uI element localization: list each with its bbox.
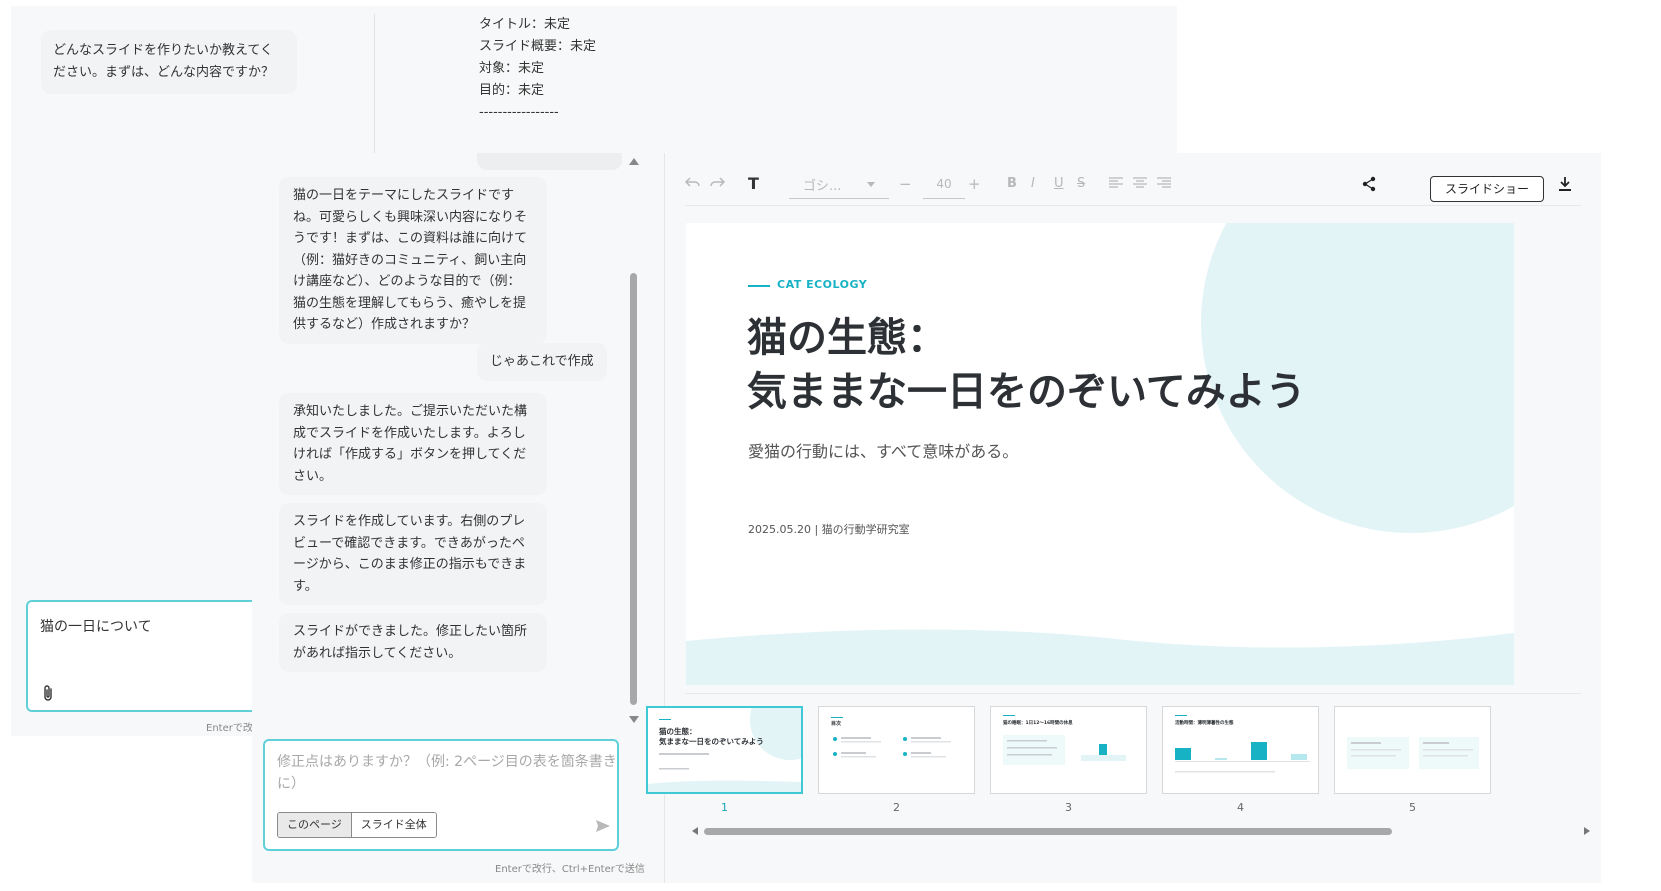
thumbnail-preview: 活動時間：薄明薄暮性の生態 <box>1175 715 1310 773</box>
slide-title-line: 気ままな一日をのぞいてみよう <box>747 369 1306 415</box>
background-chat-input-value: 猫の一日について <box>40 619 152 635</box>
eyebrow-accent-line <box>748 285 770 287</box>
assistant-message-text: どんなスライドを作りたいか教えてください。まずは、どんな内容ですか？ <box>53 43 275 80</box>
chevron-down-icon <box>867 182 875 187</box>
thumbnail-strip-divider <box>685 693 1581 694</box>
italic-button[interactable]: I <box>1031 174 1035 194</box>
assistant-message: 猫の一日をテーマにしたスライドですね。可愛らしくも興味深い内容になりそうです！ま… <box>279 177 547 344</box>
assistant-message-text: 猫の一日をテーマにしたスライドですね。可愛らしくも興味深い内容になりそうです！ま… <box>293 188 528 332</box>
slide-thumbnail-1[interactable]: 猫の生態： 気ままな一日をのぞいてみよう <box>646 706 803 794</box>
strikethrough-button[interactable]: S <box>1077 174 1085 194</box>
assistant-message-text: スライドを作成しています。右側のプレビューで確認できます。できあがったページから… <box>293 514 527 594</box>
user-message: じゃあこれで作成 <box>477 343 607 381</box>
thumbnail-title-line: 猫の生態： <box>658 726 697 736</box>
assistant-message: スライドを作成しています。右側のプレビューで確認できます。できあがったページから… <box>279 503 547 605</box>
font-size-increase-button[interactable]: + <box>968 174 981 194</box>
font-family-value: ゴシ... <box>803 179 842 194</box>
revision-input[interactable]: 修正点はありますか？（例: 2ページ目の表を箇条書きに） このページ スライド全… <box>263 739 619 851</box>
thumbnail-title: 活動時間：薄明薄暮性の生態 <box>1175 719 1234 726</box>
slide-thumbnail-5[interactable] <box>1334 706 1491 794</box>
paperclip-icon[interactable] <box>42 684 54 702</box>
scroll-left-arrow-icon[interactable] <box>692 827 698 835</box>
slide-title[interactable]: 猫の生態： 気ままな一日をのぞいてみよう <box>747 311 1306 419</box>
assistant-message: 承知いたしました。ご提示いただいた構成でスライドを作成いたします。よろしければ「… <box>279 393 547 495</box>
thumbnail-scrollbar-thumb[interactable] <box>704 828 1392 835</box>
redo-icon[interactable] <box>709 175 725 189</box>
slide-number: 4 <box>1237 801 1244 814</box>
chat-panel: 猫の一日をテーマにしたスライドですね。可愛らしくも興味深い内容になりそうです！ま… <box>252 153 645 883</box>
message-partial <box>477 153 622 170</box>
align-right-icon[interactable] <box>1157 177 1171 189</box>
align-center-icon[interactable] <box>1133 177 1147 189</box>
slide-thumbnail-3[interactable]: 猫の睡眠：1日12〜16時間の休息 <box>990 706 1147 794</box>
slide-canvas[interactable]: CAT ECOLOGY 猫の生態： 気ままな一日をのぞいてみよう 愛猫の行動には… <box>686 223 1514 685</box>
info-summary-line: スライド概要：未定 <box>479 39 597 54</box>
slideshow-button[interactable]: スライドショー <box>1430 176 1544 202</box>
background-chat-input[interactable]: 猫の一日について <box>26 600 286 712</box>
slide-title-line: 猫の生態： <box>747 315 947 361</box>
assistant-message-text: スライドができました。修正したい箇所があれば指示してください。 <box>293 624 528 661</box>
slide-editor-window: 猫の一日をテーマにしたスライドですね。可愛らしくも興味深い内容になりそうです！ま… <box>252 153 1601 883</box>
font-size-value: 40 <box>936 177 952 191</box>
thumbnail-preview: 目次 <box>831 717 951 758</box>
user-message-text: じゃあこれで作成 <box>490 354 594 369</box>
thumbnail-preview: 猫の生態： 気ままな一日をのぞいてみよう <box>648 708 801 792</box>
font-size-input[interactable]: 40 <box>923 169 965 199</box>
chat-scrollbar-thumb[interactable] <box>630 273 637 705</box>
toolbar-divider <box>685 205 1581 206</box>
slide-number: 3 <box>1065 801 1072 814</box>
scope-all-slides-button[interactable]: スライド全体 <box>351 813 436 837</box>
font-size-decrease-button[interactable]: − <box>899 174 912 194</box>
slide-subtitle[interactable]: 愛猫の行動には、すべて意味がある。 <box>748 438 1018 462</box>
slide-eyebrow: CAT ECOLOGY <box>777 278 868 291</box>
send-icon[interactable] <box>595 819 611 833</box>
info-title-line: タイトル：未定 <box>479 17 571 32</box>
thumbnail-title: 猫の睡眠：1日12〜16時間の休息 <box>1002 719 1073 726</box>
slide-number: 5 <box>1409 801 1416 814</box>
undo-icon[interactable] <box>685 175 701 189</box>
info-separator-line: ----------------- <box>479 105 559 120</box>
thumbnail-title-line: 気ままな一日をのぞいてみよう <box>659 736 764 746</box>
info-purpose-line: 目的：未定 <box>479 83 545 98</box>
assistant-message-text: 承知いたしました。ご提示いただいた構成でスライドを作成いたします。よろしければ「… <box>293 404 528 484</box>
slide-info-panel: タイトル：未定 スライド概要：未定 対象：未定 目的：未定 ----------… <box>479 14 596 124</box>
slide-date-author[interactable]: 2025.05.20 | 猫の行動学研究室 <box>748 521 910 537</box>
text-tool-button[interactable]: T <box>748 174 759 194</box>
scroll-right-arrow-icon[interactable] <box>1584 827 1590 835</box>
font-family-select[interactable]: ゴシ... <box>789 169 889 199</box>
assistant-message: どんなスライドを作りたいか教えてください。まずは、どんな内容ですか？ <box>41 30 297 94</box>
scope-toggle[interactable]: このページ スライド全体 <box>277 812 437 838</box>
slide-number: 1 <box>721 801 728 814</box>
slide-number: 2 <box>893 801 900 814</box>
input-hint: Enterで改行、Ctrl+Enterで送信 <box>495 864 645 875</box>
editor-toolbar: T ゴシ... − 40 + B I U S スライドショー <box>685 153 1581 217</box>
underline-button[interactable]: U <box>1054 174 1064 194</box>
scroll-down-arrow-icon[interactable] <box>629 716 639 723</box>
scroll-up-arrow-icon[interactable] <box>629 158 639 165</box>
decorative-wave <box>686 629 1514 685</box>
revision-input-placeholder: 修正点はありますか？（例: 2ページ目の表を箇条書きに） <box>277 754 617 792</box>
slide-thumbnail-2[interactable]: 目次 <box>818 706 975 794</box>
background-input-hint: Enterで改 <box>206 723 253 734</box>
scope-this-page-button[interactable]: このページ <box>278 813 352 837</box>
align-left-icon[interactable] <box>1109 177 1123 189</box>
panel-divider <box>374 14 375 154</box>
download-icon[interactable] <box>1559 177 1571 191</box>
thumbnail-title: 目次 <box>831 720 841 727</box>
thumbnail-preview: 猫の睡眠：1日12〜16時間の休息 <box>1002 715 1126 765</box>
share-icon[interactable] <box>1362 176 1376 192</box>
slide-thumbnail-4[interactable]: 活動時間：薄明薄暮性の生態 <box>1162 706 1319 794</box>
bold-button[interactable]: B <box>1007 174 1017 194</box>
info-audience-line: 対象：未定 <box>479 61 545 76</box>
assistant-message: スライドができました。修正したい箇所があれば指示してください。 <box>279 613 547 672</box>
thumbnail-preview <box>1347 737 1479 769</box>
